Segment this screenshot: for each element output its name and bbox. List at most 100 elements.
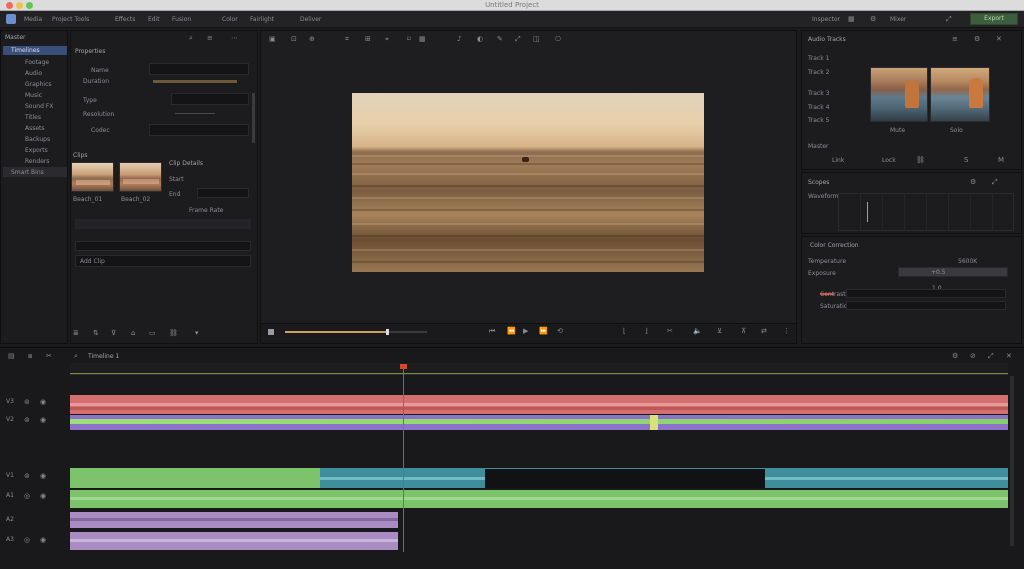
contrast-slider[interactable]: [846, 289, 1006, 298]
timeline-scrollbar[interactable]: [1010, 376, 1014, 546]
toolbar-item-media[interactable]: Media: [24, 15, 42, 24]
minimize-window-button[interactable]: [16, 2, 23, 9]
toolbar-item-color[interactable]: Color: [222, 15, 238, 24]
track-head[interactable]: V1: [6, 472, 14, 479]
viewer-more-icon[interactable]: ⋮: [783, 327, 790, 336]
track-head[interactable]: V3: [6, 398, 14, 405]
timeline-close-icon[interactable]: ✕: [1006, 352, 1012, 361]
overlay-icon[interactable]: ⊞: [365, 35, 371, 44]
zoom-icon[interactable]: ⊕: [309, 35, 315, 44]
bin-item[interactable]: Graphics: [25, 81, 52, 88]
toolbar-item-edit[interactable]: Edit: [148, 15, 160, 24]
playhead-handle[interactable]: [399, 364, 407, 369]
crop-icon[interactable]: ⌑: [407, 35, 411, 44]
timeline-lock-icon[interactable]: ⊘: [970, 352, 976, 361]
timeline-ruler[interactable]: [70, 363, 1008, 375]
toolbar-item-fusion[interactable]: Fusion: [172, 15, 191, 24]
track-head[interactable]: V2: [6, 416, 14, 423]
bin-item[interactable]: Sound FX: [25, 103, 53, 110]
settings-icon[interactable]: ⚙: [870, 15, 876, 24]
settings-small-icon[interactable]: ⚙: [974, 35, 980, 44]
timeline-clip-green[interactable]: [70, 468, 320, 488]
playlist-icon[interactable]: ≣: [73, 329, 79, 338]
solo-icon[interactable]: S: [964, 156, 968, 165]
timeline-zoom-icon[interactable]: ⌕: [74, 352, 78, 361]
marker-icon[interactable]: ▾: [195, 329, 199, 338]
scrollbar[interactable]: [252, 93, 255, 143]
track-mute-icon[interactable]: ◎: [24, 492, 30, 501]
track-row[interactable]: Master: [808, 143, 829, 150]
clip-detail-field[interactable]: [197, 188, 249, 198]
sort-icon[interactable]: ⇅: [93, 329, 99, 338]
bin-item[interactable]: Renders: [25, 158, 50, 165]
track-head[interactable]: A3: [6, 536, 14, 543]
snap-icon[interactable]: ⧈: [28, 352, 32, 361]
replace-icon[interactable]: ⇄: [761, 327, 767, 336]
insert-icon[interactable]: ⊻: [717, 327, 722, 336]
step-back-icon[interactable]: ⏪: [507, 327, 516, 336]
clip-thumbnail[interactable]: [71, 162, 114, 192]
volume-icon[interactable]: 🔈: [693, 327, 702, 336]
track-solo-icon[interactable]: ◉: [40, 536, 46, 545]
zoom-window-button[interactable]: [26, 2, 33, 9]
fit-icon[interactable]: ⊡: [291, 35, 297, 44]
track-visibility-icon[interactable]: ◉: [40, 398, 46, 407]
stop-icon[interactable]: [268, 329, 274, 335]
timeline-clip-teal[interactable]: [765, 468, 1008, 488]
safe-area-icon[interactable]: ⌗: [345, 35, 349, 44]
track-control[interactable]: Mute: [890, 127, 905, 134]
bin-item[interactable]: Backups: [25, 136, 50, 143]
tag-icon[interactable]: ⌂: [131, 329, 135, 338]
list-view-icon[interactable]: ≡: [207, 34, 213, 43]
property-field[interactable]: [149, 124, 249, 136]
clip-icon[interactable]: ✂: [667, 327, 673, 336]
track-control[interactable]: Lock: [882, 157, 896, 164]
toolbar-item-inspector[interactable]: Inspector: [812, 15, 840, 24]
bin-item[interactable]: Audio: [25, 70, 42, 77]
property-field[interactable]: [149, 63, 249, 75]
preview-thumbnail[interactable]: [930, 67, 990, 122]
transform-icon[interactable]: ⌖: [385, 35, 389, 44]
menu-icon[interactable]: ≡: [952, 35, 958, 44]
search-field[interactable]: [75, 241, 251, 251]
grid-icon[interactable]: ▦: [848, 15, 855, 24]
mark-out-icon[interactable]: ⌋: [645, 327, 648, 336]
playhead[interactable]: [399, 364, 407, 552]
timeline-clip-dark[interactable]: [485, 468, 765, 488]
timeline-clip-red[interactable]: [70, 395, 1008, 414]
bin-item[interactable]: Timelines: [11, 47, 40, 54]
track-solo-icon[interactable]: ◉: [40, 492, 46, 501]
audio-icon[interactable]: ♪: [457, 35, 461, 44]
video-frame[interactable]: [352, 93, 704, 272]
close-window-button[interactable]: [6, 2, 13, 9]
timeline-clip-lavender[interactable]: [70, 532, 398, 550]
timeline-clip-lavender[interactable]: [70, 512, 398, 528]
track-row[interactable]: Track 4: [808, 104, 829, 111]
track-row[interactable]: Track 5: [808, 117, 829, 124]
mark-in-icon[interactable]: ⌊: [623, 327, 626, 336]
timeline-expand-icon[interactable]: ⤢: [988, 352, 994, 361]
toolbar-item-mixer[interactable]: Mixer: [890, 15, 906, 24]
play-icon[interactable]: ▶: [523, 327, 528, 336]
track-head[interactable]: A2: [6, 516, 14, 523]
bin-item[interactable]: Footage: [25, 59, 49, 66]
track-lock-icon[interactable]: ⊚: [24, 472, 30, 481]
razor-icon[interactable]: ✂: [46, 352, 52, 361]
bin-item[interactable]: Music: [25, 92, 42, 99]
mute-icon[interactable]: M: [998, 156, 1004, 165]
jump-start-icon[interactable]: ⏮: [489, 327, 495, 336]
bin-item[interactable]: Exports: [25, 147, 48, 154]
fullscreen-icon[interactable]: ⤢: [946, 15, 952, 24]
timeline-clip-green-long[interactable]: [70, 490, 1008, 508]
scope-settings-icon[interactable]: ⚙: [970, 178, 976, 187]
property-slider[interactable]: [175, 113, 215, 114]
track-lock-icon[interactable]: ⊚: [24, 398, 30, 407]
chain-icon[interactable]: ⛓: [916, 156, 925, 165]
scrub-handle[interactable]: [386, 329, 390, 335]
track-row[interactable]: Track 1: [808, 55, 829, 62]
track-lock-icon[interactable]: ⊚: [24, 416, 30, 425]
more-icon[interactable]: ⋯: [231, 34, 238, 43]
link-icon[interactable]: ⛓: [169, 329, 178, 338]
fullscreen-viewer-icon[interactable]: ⤢: [515, 35, 521, 44]
add-clip-field[interactable]: Add Clip: [75, 255, 251, 267]
